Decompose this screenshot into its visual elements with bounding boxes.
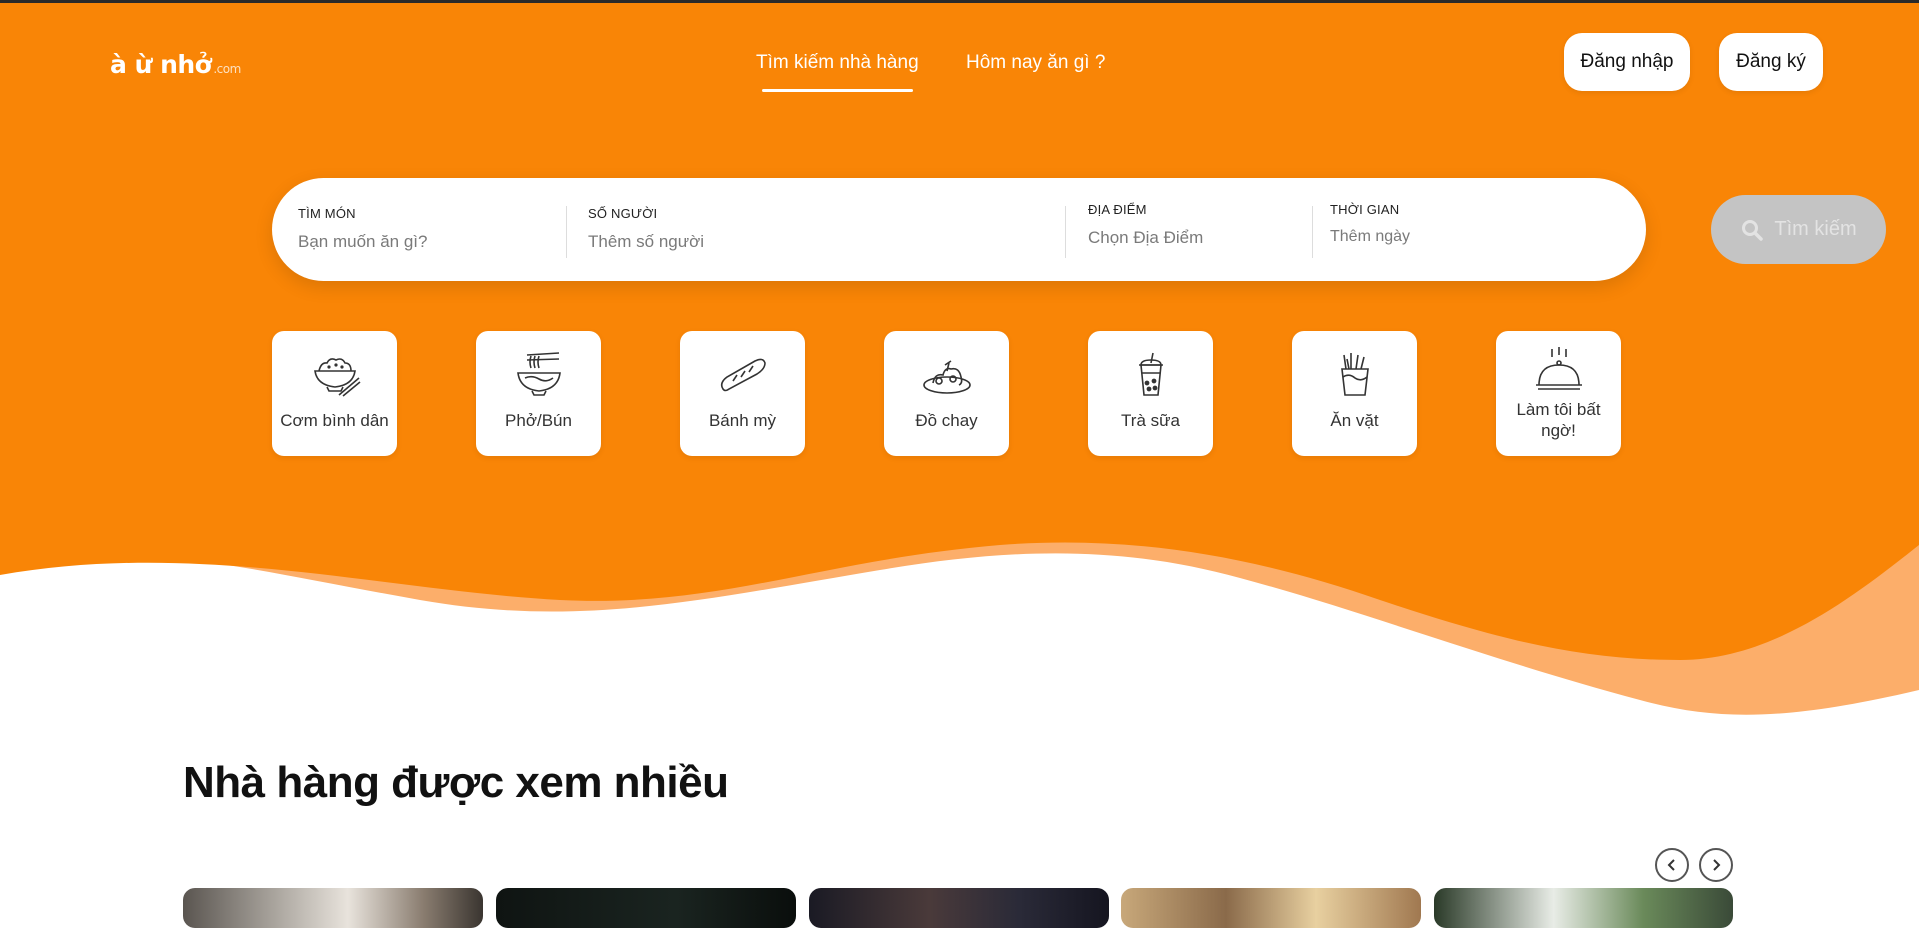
category-label: Ăn vặt <box>1330 411 1379 430</box>
top-border <box>0 0 1919 3</box>
search-field-time[interactable]: Thời gian Thêm ngày <box>1330 202 1410 246</box>
search-field-dish-label: Tìm món <box>298 206 356 221</box>
search-field-dish-input[interactable]: Bạn muốn ăn gì? <box>298 232 427 252</box>
search-button-label: Tìm kiếm <box>1774 218 1857 240</box>
noodle-bowl-icon <box>516 352 561 396</box>
restaurant-card[interactable] <box>1434 888 1733 928</box>
category-label: Cơm bình dân <box>280 411 389 430</box>
search-field-people-label: Số người <box>588 206 658 221</box>
carousel-next-button[interactable] <box>1699 848 1733 882</box>
rice-bowl-icon <box>313 358 361 397</box>
category-surprise-me[interactable]: Làm tôi bất ngờ! <box>1496 331 1621 456</box>
restaurant-card[interactable] <box>496 888 796 928</box>
baguette-icon <box>720 358 766 392</box>
snack-fries-icon <box>1340 353 1369 396</box>
carousel-prev-button[interactable] <box>1655 848 1689 882</box>
category-banh-my[interactable]: Bánh mỳ <box>680 331 805 456</box>
category-label: Trà sữa <box>1121 411 1180 430</box>
login-button[interactable]: Đăng nhập <box>1564 33 1690 91</box>
restaurant-card[interactable] <box>1121 888 1421 928</box>
search-field-location-input[interactable]: Chọn Địa Điểm <box>1088 228 1203 248</box>
category-label: Đồ chay <box>915 411 978 430</box>
search-button[interactable]: Tìm kiếm <box>1711 195 1886 264</box>
search-divider <box>566 206 567 258</box>
search-bar: Tìm món Bạn muốn ăn gì? Số người Thêm số… <box>272 178 1886 281</box>
logo-suffix: .com <box>213 62 241 76</box>
category-label: Bánh mỳ <box>708 411 777 430</box>
site-logo[interactable]: à ừ nhở .com <box>110 50 241 79</box>
logo-text: à ừ nhở <box>110 50 212 79</box>
category-pho-bun[interactable]: Phở/Bún <box>476 331 601 456</box>
search-icon <box>1742 219 1764 241</box>
search-divider <box>1065 206 1066 258</box>
nav-search-restaurants[interactable]: Tìm kiếm nhà hàng <box>756 52 919 92</box>
category-com-binh-dan[interactable]: Cơm bình dân <box>272 331 397 456</box>
chevron-right-icon <box>1713 859 1721 871</box>
category-label: Phở/Bún <box>505 411 572 430</box>
search-divider <box>1312 206 1313 258</box>
restaurant-card[interactable] <box>183 888 483 928</box>
cloche-icon <box>1535 347 1582 390</box>
search-field-dish[interactable]: Tìm món Bạn muốn ăn gì? <box>298 206 427 252</box>
search-field-people[interactable]: Số người Thêm số người <box>588 206 704 252</box>
restaurant-card[interactable] <box>809 888 1109 928</box>
category-do-chay[interactable]: Đồ chay <box>884 331 1009 456</box>
nav-what-to-eat-today[interactable]: Hôm nay ăn gì ? <box>966 52 1105 74</box>
search-field-people-input[interactable]: Thêm số người <box>588 232 704 252</box>
category-tra-sua[interactable]: Trà sữa <box>1088 331 1213 456</box>
vegetarian-plate-icon <box>922 360 971 394</box>
search-field-time-label: Thời gian <box>1330 202 1400 217</box>
category-label: Làm tôi bất ngờ! <box>1516 400 1601 440</box>
signup-button[interactable]: Đăng ký <box>1719 33 1823 91</box>
section-title: Nhà hàng được xem nhiều <box>183 758 729 807</box>
search-field-location[interactable]: Địa điểm Chọn Địa Điểm <box>1088 202 1203 248</box>
category-an-vat[interactable]: Ăn vặt <box>1292 331 1417 456</box>
chevron-left-icon <box>1667 859 1675 871</box>
search-field-location-label: Địa điểm <box>1088 202 1147 217</box>
search-field-time-input[interactable]: Thêm ngày <box>1330 228 1410 246</box>
bubble-tea-icon <box>1138 352 1163 396</box>
